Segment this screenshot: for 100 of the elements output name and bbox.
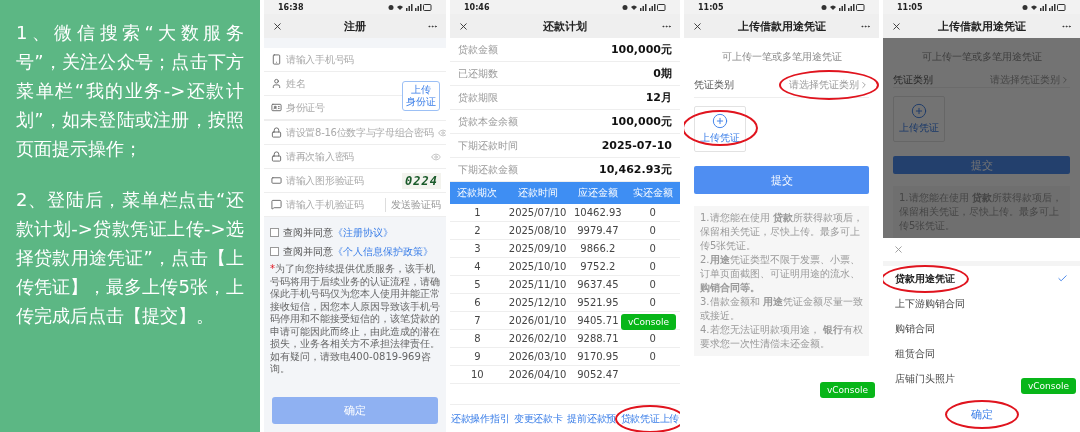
confirm-button[interactable]: 确定 — [272, 397, 438, 424]
bottom-link[interactable]: 贷款凭证上传 — [620, 411, 679, 426]
table-cell: 8 — [450, 330, 505, 348]
table-cell: 6 — [450, 294, 505, 312]
table-cell: 2026/04/10 — [504, 366, 571, 384]
option-item[interactable]: 上下游购销合同 — [895, 296, 965, 311]
submit-button[interactable]: 提交 — [893, 156, 1070, 174]
checkbox[interactable] — [270, 228, 279, 237]
input-field[interactable]: 身份证号 — [264, 96, 402, 120]
note-text: 2.用途凭证类型不限于发票、小票、订单页面截图、可证明用途的流水、购销合同等。 — [700, 253, 861, 295]
input-field[interactable]: 请输入图形验证码 0224 — [264, 169, 446, 193]
close-icon[interactable] — [891, 20, 902, 32]
input-field[interactable]: 请再次输入密码 — [264, 145, 446, 169]
summary-label: 贷款金额 — [458, 42, 498, 57]
status-icons-drawing — [1022, 3, 1066, 11]
chevron-right-icon — [859, 79, 869, 90]
notice-text: *为了向您持续提供优质服务，该手机号码将用于后续业务的认证流程，请确保此手机号码仅为您本人使用并能正常接收短信，因您本人原因导致该手机号码停用和不能接受短信的，该笔贷款的申请可能因此而终止，由此造成的潜在损失，业务各相关方不承担法律责任。如有疑问，请致电400-0819-969咨询。 — [270, 263, 440, 376]
table-cell: 9288.71 — [570, 330, 626, 348]
option-item[interactable]: 租赁合同 — [895, 346, 935, 361]
table-cell: 10462.93 — [570, 204, 626, 222]
agreement-link[interactable]: 《个人信息保护政策》 — [333, 245, 433, 257]
bottom-link[interactable]: 提前还款预 — [567, 411, 616, 426]
plus-circle-icon — [911, 103, 927, 120]
status-icons-drawing — [821, 3, 865, 11]
status-icons-drawing — [622, 3, 666, 11]
column-header: 还款时间 — [504, 182, 571, 204]
status-icons-drawing — [388, 3, 432, 11]
vconsole-button[interactable]: vConsole — [1020, 378, 1076, 394]
summary-value: 0期 — [653, 66, 672, 81]
summary-label: 下期还款时间 — [458, 138, 518, 153]
upload-tile[interactable]: 上传凭证 — [694, 106, 746, 152]
input-field[interactable]: 姓名 — [264, 72, 402, 96]
confirm-button[interactable]: 确定 — [962, 403, 1001, 426]
summary-value: 12月 — [645, 90, 672, 105]
table-cell: 9979.47 — [570, 222, 626, 240]
page-title: 上传借款用途凭证 — [936, 18, 1027, 34]
summary-label: 贷款本金余额 — [458, 114, 518, 129]
table-cell: 0 — [625, 240, 680, 258]
status-time: 11:05 — [897, 2, 923, 12]
close-icon[interactable] — [692, 20, 703, 32]
table-cell: 5 — [450, 276, 505, 294]
table-cell: 4 — [450, 258, 505, 276]
bottom-link[interactable]: 还款操作指引 — [451, 411, 510, 426]
column-header: 实还金额 — [625, 182, 680, 204]
table-cell: 2025/09/10 — [504, 240, 571, 258]
message-icon — [271, 199, 282, 210]
table-cell: 9752.2 — [570, 258, 626, 276]
close-icon[interactable] — [272, 20, 283, 32]
vconsole-button[interactable]: vConsole — [819, 382, 875, 398]
status-time: 16:38 — [278, 2, 304, 12]
input-field[interactable]: 请输入手机号码 — [264, 48, 446, 72]
note-text: 1.请您能在使用 贷款所获得款项后，保留相关凭证，尽快上传。最多可上传5张凭证。 — [700, 211, 863, 253]
lock-icon — [271, 127, 282, 138]
checkbox[interactable] — [270, 247, 279, 256]
summary-value: 2025-07-10 — [601, 139, 672, 152]
summary-label: 已还期数 — [458, 66, 498, 81]
status-time: 10:46 — [464, 2, 490, 12]
table-cell: 10 — [450, 366, 505, 384]
field-label: 凭证类别 — [694, 77, 734, 92]
agreement-link[interactable]: 《注册协议》 — [333, 226, 393, 238]
input-field[interactable]: 请输入手机验证码 发送验证码 — [264, 193, 446, 217]
page-title: 上传借款用途凭证 — [736, 18, 827, 34]
captcha-image[interactable]: 0224 — [402, 172, 441, 189]
page-title: 注册 — [343, 18, 367, 34]
close-icon[interactable] — [458, 20, 469, 32]
plus-circle-icon — [712, 113, 728, 129]
send-code-link[interactable]: 发送验证码 — [385, 197, 441, 212]
page-title: 还款计划 — [542, 18, 588, 34]
table-cell: 2026/01/10 — [504, 312, 571, 330]
instruction-text: 2、登陆后，菜单栏点击“还款计划->贷款凭证上传->选择贷款用途凭证”，点击【上传凭证】，最多上传5张，上传完成后点击【提交】。 — [16, 188, 244, 328]
bottom-link[interactable]: 变更还款卡 — [514, 411, 563, 426]
table-cell: 0 — [625, 348, 680, 366]
upload-tile[interactable]: 上传凭证 — [893, 96, 945, 143]
table-cell: 9170.95 — [570, 348, 626, 366]
table-cell: 3 — [450, 240, 505, 258]
table-cell: 0 — [625, 294, 680, 312]
hint-text: 可上传一笔或多笔用途凭证 — [720, 50, 843, 64]
field-label: 凭证类别 — [893, 72, 933, 87]
option-item[interactable]: 贷款用途凭证 — [895, 271, 955, 286]
upload-id-button[interactable]: 上传 身份证 — [402, 81, 440, 111]
phone-icon — [271, 54, 282, 65]
status-time: 11:05 — [698, 2, 724, 12]
submit-button[interactable]: 提交 — [694, 166, 869, 194]
check-icon — [1057, 273, 1068, 284]
option-item[interactable]: 购销合同 — [895, 321, 935, 336]
table-cell: 9521.95 — [570, 294, 626, 312]
vconsole-button[interactable]: vConsole — [620, 314, 676, 330]
table-cell: 2025/11/10 — [504, 276, 571, 294]
table-cell: 0 — [625, 276, 680, 294]
option-item[interactable]: 店铺门头照片 — [895, 371, 955, 386]
category-select[interactable]: 请选择凭证类别 — [789, 77, 869, 92]
person-icon — [271, 78, 282, 89]
instruction-text: 1、微信搜索“大数服务号”，关注公众号；点击下方菜单栏“我的业务->还款计划”，如未登陆或注册，按照页面提示操作； — [16, 21, 244, 161]
table-cell: 1 — [450, 204, 505, 222]
summary-value: 10,462.93元 — [599, 162, 672, 177]
input-field[interactable]: 请设置8-16位数字与字母组合密码 — [264, 121, 446, 145]
table-cell: 2025/10/10 — [504, 258, 571, 276]
table-cell: 0 — [625, 204, 680, 222]
table-cell: 9052.47 — [570, 366, 626, 384]
table-cell: 7 — [450, 312, 505, 330]
